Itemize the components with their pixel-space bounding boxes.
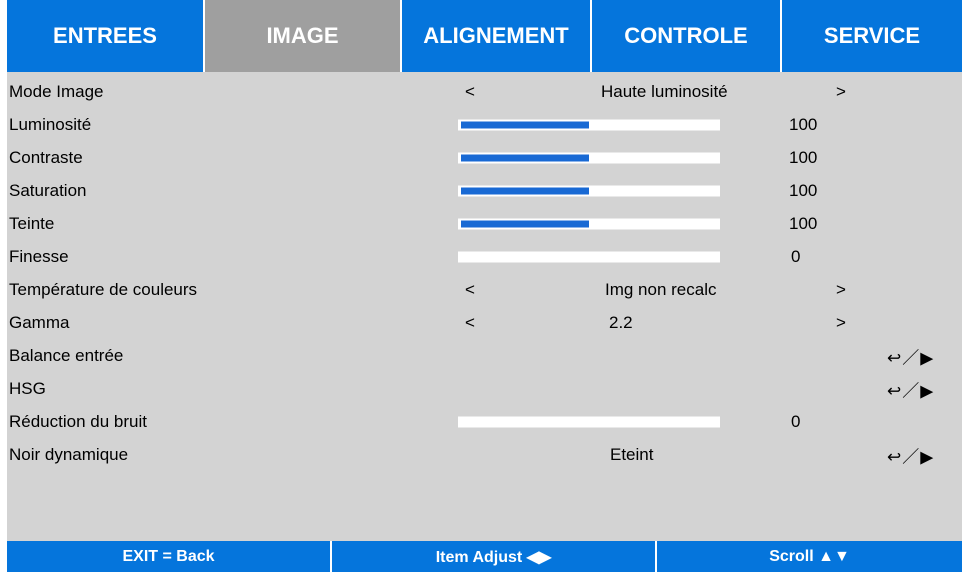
mode-image-value: Haute luminosité — [601, 81, 728, 101]
scroll-hint: Scroll ▲▼ — [657, 541, 962, 572]
temperature-value: Img non recalc — [605, 279, 717, 299]
contraste-label: Contraste — [9, 147, 83, 167]
finesse-slider[interactable] — [458, 251, 720, 262]
menu-row-reduction-bruit[interactable]: Réduction du bruit 0 — [7, 405, 962, 438]
menu-row-gamma[interactable]: Gamma < 2.2 > — [7, 306, 962, 339]
noir-dynamique-label: Noir dynamique — [9, 444, 129, 464]
contraste-value: 100 — [789, 147, 818, 167]
gamma-label: Gamma — [9, 312, 70, 332]
luminosite-slider[interactable] — [458, 119, 720, 130]
luminosite-value: 100 — [789, 114, 818, 134]
enter-submenu-icon[interactable]: ↩／▶ — [887, 343, 934, 368]
contraste-slider-fill — [461, 154, 589, 161]
teinte-label: Teinte — [9, 213, 55, 233]
menu-row-finesse[interactable]: Finesse 0 — [7, 240, 962, 273]
menu-row-mode-image[interactable]: Mode Image < Haute luminosité > — [7, 75, 962, 108]
temperature-prev-arrow[interactable]: < — [465, 280, 475, 300]
saturation-value: 100 — [789, 180, 818, 200]
noir-dynamique-value: Eteint — [610, 444, 654, 464]
item-adjust-hint: Item Adjust ◀▶ — [332, 541, 657, 572]
tab-image[interactable]: IMAGE — [205, 0, 402, 72]
reduction-bruit-value: 0 — [791, 411, 801, 431]
teinte-slider[interactable] — [458, 218, 720, 229]
gamma-value: 2.2 — [609, 312, 633, 332]
finesse-label: Finesse — [9, 246, 69, 266]
exit-back-hint: EXIT = Back — [7, 541, 332, 572]
luminosite-label: Luminosité — [9, 114, 92, 134]
menu-tabs: ENTREES IMAGE ALIGNEMENT CONTROLE SERVIC… — [7, 0, 962, 72]
teinte-value: 100 — [789, 213, 818, 233]
enter-submenu-icon[interactable]: ↩／▶ — [887, 376, 934, 401]
balance-entree-label: Balance entrée — [9, 345, 124, 365]
menu-row-saturation[interactable]: Saturation 100 — [7, 174, 962, 207]
reduction-bruit-slider[interactable] — [458, 416, 720, 427]
saturation-label: Saturation — [9, 180, 87, 200]
mode-image-next-arrow[interactable]: > — [836, 82, 846, 102]
menu-row-temperature[interactable]: Température de couleurs < Img non recalc… — [7, 273, 962, 306]
tab-service[interactable]: SERVICE — [782, 0, 962, 72]
menu-row-balance-entree[interactable]: Balance entrée ↩／▶ — [7, 339, 962, 372]
mode-image-prev-arrow[interactable]: < — [465, 82, 475, 102]
tab-alignement[interactable]: ALIGNEMENT — [402, 0, 592, 72]
contraste-slider[interactable] — [458, 152, 720, 163]
mode-image-label: Mode Image — [9, 81, 104, 101]
menu-row-contraste[interactable]: Contraste 100 — [7, 141, 962, 174]
menu-row-teinte[interactable]: Teinte 100 — [7, 207, 962, 240]
temperature-label: Température de couleurs — [9, 279, 198, 299]
reduction-bruit-label: Réduction du bruit — [9, 411, 147, 431]
gamma-next-arrow[interactable]: > — [836, 313, 846, 333]
saturation-slider-fill — [461, 187, 589, 194]
gamma-prev-arrow[interactable]: < — [465, 313, 475, 333]
tab-entrees[interactable]: ENTREES — [7, 0, 205, 72]
help-footer: EXIT = Back Item Adjust ◀▶ Scroll ▲▼ — [7, 541, 962, 572]
luminosite-slider-fill — [461, 121, 589, 128]
enter-submenu-icon[interactable]: ↩／▶ — [887, 442, 934, 467]
menu-row-noir-dynamique[interactable]: Noir dynamique Eteint ↩／▶ — [7, 438, 962, 471]
hsg-label: HSG — [9, 378, 46, 398]
teinte-slider-fill — [461, 220, 589, 227]
menu-row-hsg[interactable]: HSG ↩／▶ — [7, 372, 962, 405]
finesse-value: 0 — [791, 246, 801, 266]
temperature-next-arrow[interactable]: > — [836, 280, 846, 300]
saturation-slider[interactable] — [458, 185, 720, 196]
menu-row-luminosite[interactable]: Luminosité 100 — [7, 108, 962, 141]
tab-controle[interactable]: CONTROLE — [592, 0, 782, 72]
image-settings-panel: Mode Image < Haute luminosité > Luminosi… — [7, 72, 962, 541]
